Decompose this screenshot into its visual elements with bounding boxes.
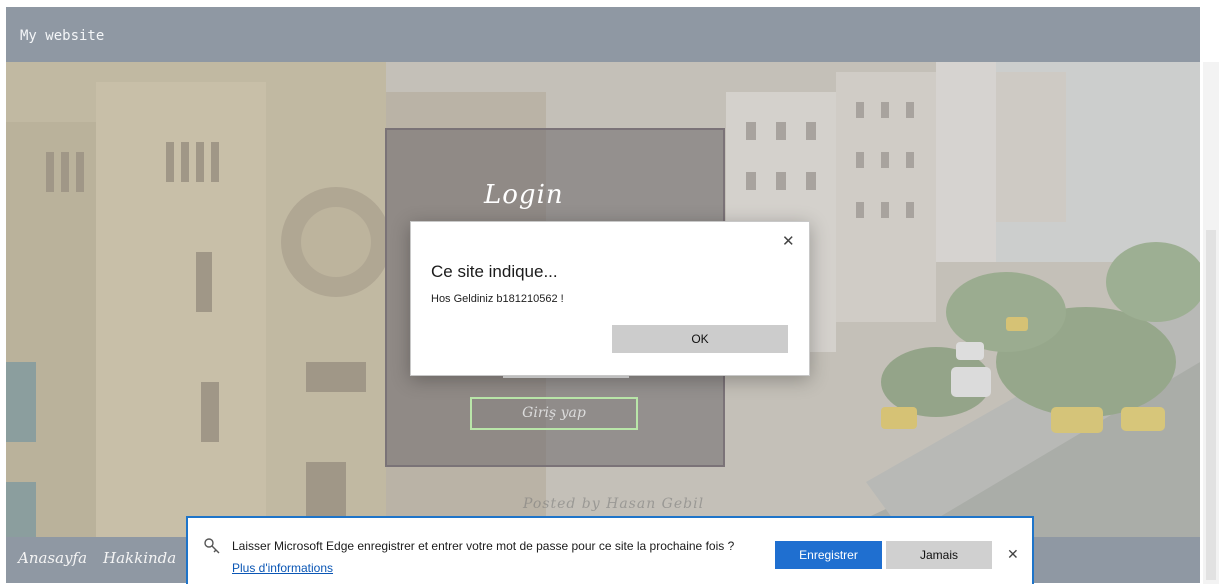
key-icon xyxy=(204,538,220,554)
footer-link-home[interactable]: Anasayfa xyxy=(18,549,87,567)
never-save-button[interactable]: Jamais xyxy=(886,541,992,569)
password-bar-close-icon[interactable]: ✕ xyxy=(1007,546,1019,563)
alert-title: Ce site indique... xyxy=(431,262,558,281)
more-info-link[interactable]: Plus d'informations xyxy=(232,561,333,575)
alert-ok-button[interactable]: OK xyxy=(612,325,788,353)
scrollbar-thumb[interactable] xyxy=(1206,230,1216,580)
alert-close-icon[interactable]: ✕ xyxy=(782,232,795,250)
password-input-underline[interactable] xyxy=(503,376,629,378)
photo-credit-watermark: Posted by Hasan Gebil xyxy=(523,496,705,512)
site-title[interactable]: My website xyxy=(20,28,104,44)
browser-page: My website Login Giriş yap Posted by Has… xyxy=(0,0,1219,584)
site-header: My website xyxy=(6,7,1200,62)
footer-link-about[interactable]: Hakkinda xyxy=(103,549,176,567)
alert-message: Hos Geldiniz b181210562 ! xyxy=(431,293,564,305)
login-submit-button[interactable]: Giriş yap xyxy=(470,397,638,430)
password-save-prompt: Laisser Microsoft Edge enregistrer et en… xyxy=(232,539,735,553)
save-password-button[interactable]: Enregistrer xyxy=(775,541,882,569)
login-title: Login xyxy=(484,180,564,210)
